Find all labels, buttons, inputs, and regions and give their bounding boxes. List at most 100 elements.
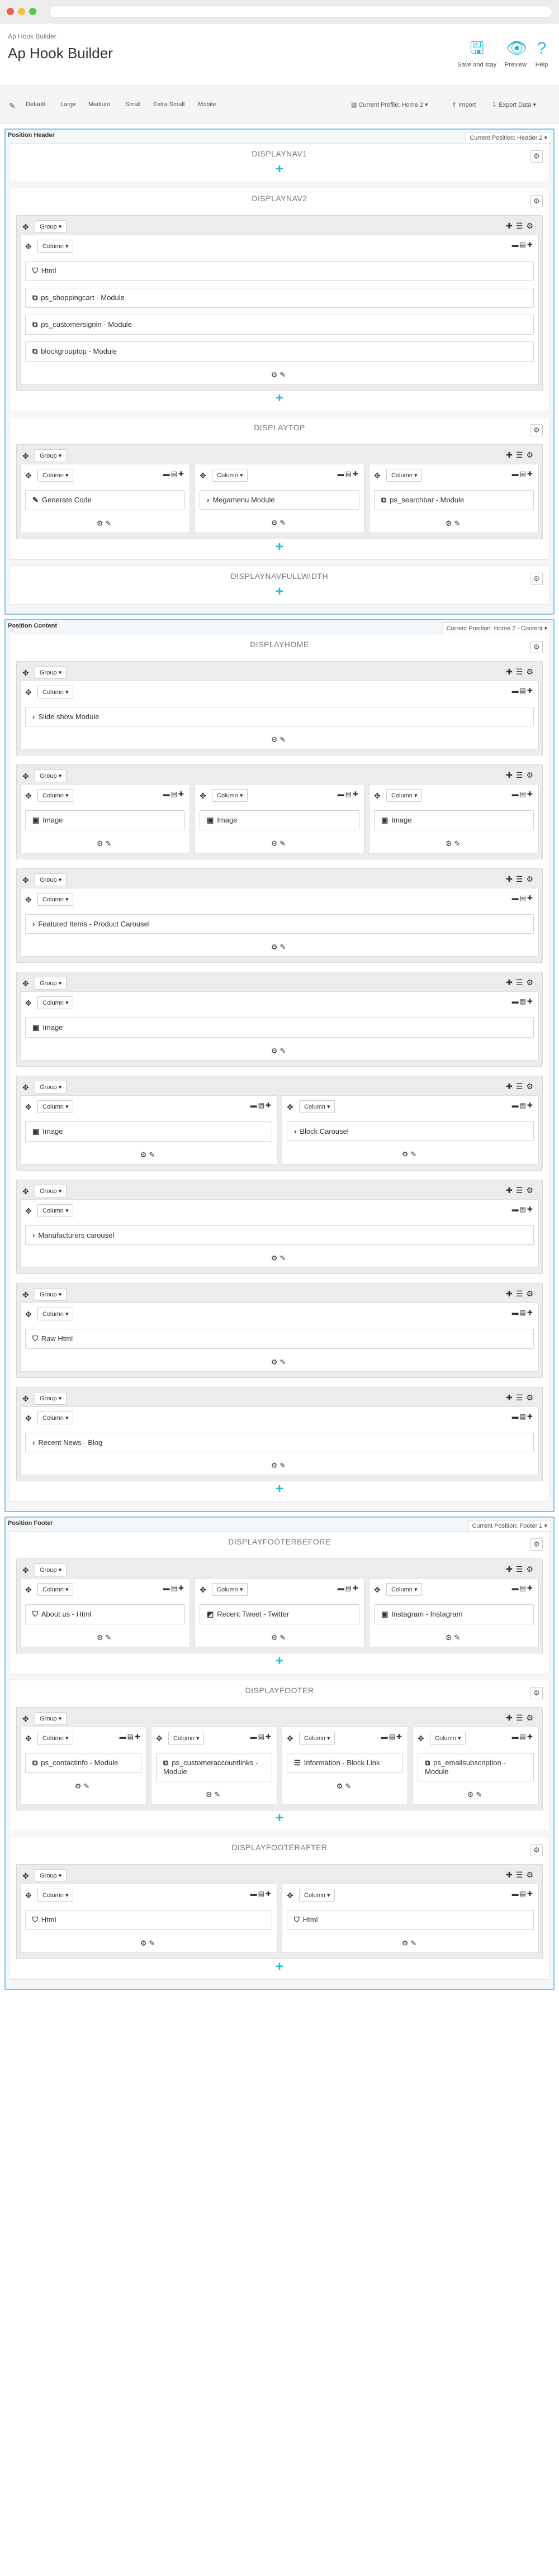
widget-item[interactable]: ⧉ ps_customeraccountlinks - Module [156, 1753, 272, 1781]
column-move-icon[interactable]: ✥ [25, 471, 32, 481]
widget-item[interactable]: › Featured Items - Product Carousel [25, 914, 534, 934]
wrench-icon[interactable]: ✎ [9, 101, 16, 111]
widget-item[interactable]: ⛉ Html [25, 1910, 272, 1930]
group-actions-icon[interactable]: ✚☰⚙ [506, 450, 537, 460]
column-edit-icons[interactable]: ⚙✎ [374, 1633, 534, 1642]
widget-item[interactable]: ⛉ Html [25, 261, 534, 281]
widget-item[interactable]: ⛉ Raw Html [25, 1329, 534, 1349]
column-actions-icon[interactable]: ▬▤✚ [512, 1584, 534, 1592]
column-dropdown[interactable]: Column ▾ [212, 469, 248, 482]
column-dropdown[interactable]: Column ▾ [37, 1411, 74, 1424]
column-dropdown[interactable]: Column ▾ [37, 1889, 74, 1902]
add-group-button[interactable]: + [16, 1810, 543, 1826]
column-actions-icon[interactable]: ▬▤✚ [512, 1890, 534, 1898]
column-actions-icon[interactable]: ▬▤✚ [512, 894, 534, 902]
group-move-icon[interactable]: ✥ [22, 222, 29, 232]
widget-item[interactable]: ▣ Instagram - Instagram [374, 1604, 534, 1624]
column-edit-icons[interactable]: ⚙✎ [25, 943, 534, 952]
add-group-button[interactable]: + [16, 584, 543, 600]
add-group-button[interactable]: + [16, 1653, 543, 1669]
column-edit-icons[interactable]: ⚙✎ [200, 839, 359, 848]
column-actions-icon[interactable]: ▬▤✚ [512, 1413, 534, 1420]
group-dropdown[interactable]: Group ▾ [35, 1563, 67, 1576]
column-move-icon[interactable]: ✥ [25, 1414, 32, 1423]
column-actions-icon[interactable]: ▬▤✚ [512, 997, 534, 1005]
group-move-icon[interactable]: ✥ [22, 772, 29, 781]
column-dropdown[interactable]: Column ▾ [430, 1732, 466, 1745]
column-edit-icons[interactable]: ⚙✎ [25, 370, 534, 379]
column-actions-icon[interactable]: ▬▤✚ [512, 687, 534, 695]
column-move-icon[interactable]: ✥ [287, 1891, 293, 1900]
column-move-icon[interactable]: ✥ [25, 1891, 32, 1900]
hook-settings-icon[interactable]: ⚙ [530, 641, 543, 653]
column-move-icon[interactable]: ✥ [374, 791, 381, 801]
column-dropdown[interactable]: Column ▾ [37, 1204, 74, 1217]
column-actions-icon[interactable]: ▬▤✚ [163, 470, 185, 478]
column-move-icon[interactable]: ✥ [25, 1310, 32, 1319]
column-dropdown[interactable]: Column ▾ [37, 1583, 74, 1596]
column-dropdown[interactable]: Column ▾ [37, 686, 74, 698]
column-actions-icon[interactable]: ▬▤✚ [512, 790, 534, 798]
column-dropdown[interactable]: Column ▾ [299, 1889, 335, 1902]
hook-settings-icon[interactable]: ⚙ [530, 1687, 543, 1699]
group-actions-icon[interactable]: ✚☰⚙ [506, 1289, 537, 1299]
column-actions-icon[interactable]: ▬▤✚ [512, 470, 534, 478]
column-edit-icons[interactable]: ⚙✎ [25, 1151, 272, 1159]
add-group-button[interactable]: + [16, 391, 543, 406]
widget-item[interactable]: ⧉ ps_searchbar - Module [374, 490, 534, 510]
column-actions-icon[interactable]: ▬▤✚ [512, 1205, 534, 1213]
group-dropdown[interactable]: Group ▾ [35, 977, 67, 990]
column-dropdown[interactable]: Column ▾ [37, 240, 74, 253]
address-bar[interactable] [49, 6, 552, 18]
column-dropdown[interactable]: Column ▾ [386, 789, 423, 802]
widget-item[interactable]: › Recent News - Blog [25, 1433, 534, 1452]
group-move-icon[interactable]: ✥ [22, 979, 29, 988]
column-edit-icons[interactable]: ⚙✎ [156, 1790, 272, 1799]
column-dropdown[interactable]: Column ▾ [386, 469, 423, 482]
column-actions-icon[interactable]: ▬▤✚ [512, 1733, 534, 1741]
column-move-icon[interactable]: ✥ [156, 1734, 163, 1743]
column-actions-icon[interactable]: ▬▤✚ [250, 1733, 272, 1741]
column-edit-icons[interactable]: ⚙✎ [25, 735, 534, 744]
widget-item[interactable]: ▣ Image [25, 810, 185, 830]
column-move-icon[interactable]: ✥ [287, 1734, 293, 1743]
add-group-button[interactable]: + [16, 539, 543, 555]
device-small[interactable]: Small [125, 101, 141, 108]
column-actions-icon[interactable]: ▬▤✚ [250, 1890, 272, 1898]
column-dropdown[interactable]: Column ▾ [299, 1100, 335, 1113]
widget-item[interactable]: ◩ Recent Tweet - Twitter [200, 1604, 359, 1624]
group-dropdown[interactable]: Group ▾ [35, 220, 67, 233]
group-dropdown[interactable]: Group ▾ [35, 769, 67, 782]
column-move-icon[interactable]: ✥ [25, 242, 32, 251]
column-dropdown[interactable]: Column ▾ [37, 893, 74, 906]
column-edit-icons[interactable]: ⚙✎ [287, 1939, 534, 1948]
group-move-icon[interactable]: ✥ [22, 451, 29, 461]
column-actions-icon[interactable]: ▬▤✚ [250, 1101, 272, 1109]
column-actions-icon[interactable]: ▬▤✚ [512, 1101, 534, 1109]
column-move-icon[interactable]: ✥ [25, 895, 32, 905]
column-edit-icons[interactable]: ⚙✎ [200, 1633, 359, 1642]
column-actions-icon[interactable]: ▬▤✚ [512, 241, 534, 249]
widget-item[interactable]: ⛉ Html [287, 1910, 534, 1930]
column-edit-icons[interactable]: ⚙✎ [25, 1461, 534, 1470]
column-move-icon[interactable]: ✥ [25, 1102, 32, 1112]
column-actions-icon[interactable]: ▬▤✚ [163, 790, 185, 798]
profile-dropdown[interactable]: ▤ Current Profile: Home 2 ▾ [351, 101, 428, 108]
group-dropdown[interactable]: Group ▾ [35, 1712, 67, 1725]
column-move-icon[interactable]: ✥ [25, 1585, 32, 1595]
group-dropdown[interactable]: Group ▾ [35, 666, 67, 679]
column-dropdown[interactable]: Column ▾ [168, 1732, 205, 1745]
widget-item[interactable]: ⧉ ps_customersignin - Module [25, 315, 534, 335]
group-actions-icon[interactable]: ✚☰⚙ [506, 1082, 537, 1091]
column-move-icon[interactable]: ✥ [25, 1734, 32, 1743]
column-edit-icons[interactable]: ⚙✎ [25, 1254, 534, 1263]
column-move-icon[interactable]: ✥ [418, 1734, 424, 1743]
column-actions-icon[interactable]: ▬▤✚ [512, 1309, 534, 1316]
add-group-button[interactable]: + [16, 1959, 543, 1975]
column-edit-icons[interactable]: ⚙✎ [25, 839, 185, 848]
column-edit-icons[interactable]: ⚙✎ [200, 519, 359, 527]
group-move-icon[interactable]: ✥ [22, 668, 29, 678]
widget-item[interactable]: ☰ Information - Block Link [287, 1753, 403, 1773]
group-move-icon[interactable]: ✥ [22, 1714, 29, 1724]
column-dropdown[interactable]: Column ▾ [37, 789, 74, 802]
